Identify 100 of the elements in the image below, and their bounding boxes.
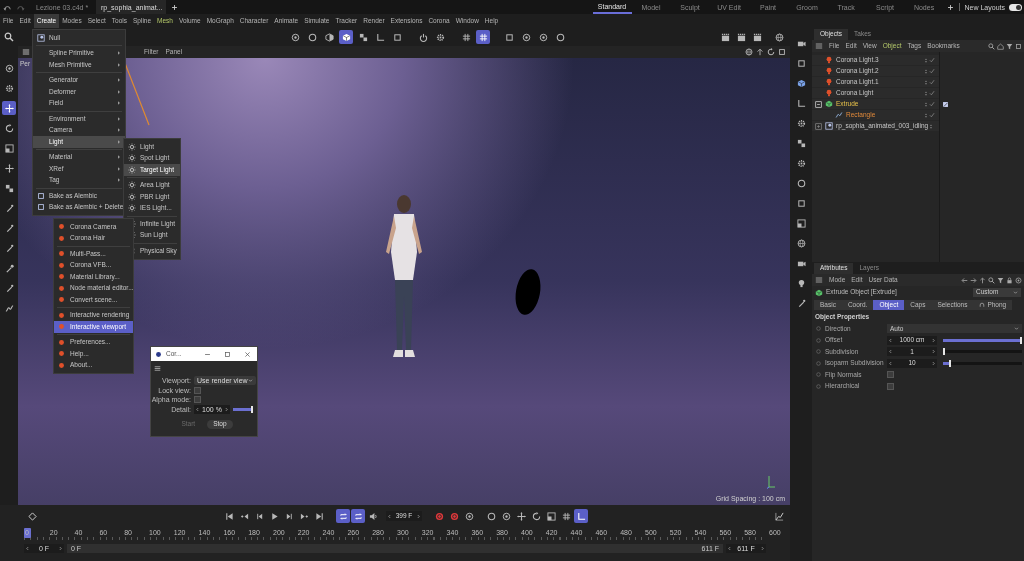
check-icon[interactable] <box>929 57 935 63</box>
tool-button[interactable] <box>794 216 808 230</box>
dot-icon <box>58 296 65 304</box>
layout-toggle[interactable] <box>1009 3 1022 11</box>
keyframe-button[interactable] <box>25 509 39 523</box>
tag-icon[interactable] <box>942 101 949 108</box>
move-icon <box>4 103 14 113</box>
circle-icon <box>486 511 496 521</box>
slider-track[interactable] <box>233 408 253 411</box>
tool-button[interactable] <box>574 509 588 523</box>
menu-icon[interactable] <box>22 48 30 56</box>
up-arrow-icon[interactable] <box>979 276 986 284</box>
chevron-left-icon <box>727 545 732 551</box>
tool-button[interactable] <box>336 509 350 523</box>
tool-button[interactable] <box>351 509 365 523</box>
spline-icon <box>835 111 843 119</box>
target-icon <box>290 32 300 42</box>
dot-icon <box>58 323 65 331</box>
globe-icon <box>774 32 784 42</box>
globe-icon[interactable] <box>745 48 753 56</box>
slider-track[interactable] <box>943 338 1022 342</box>
power-icon <box>418 32 428 42</box>
maximize-icon[interactable] <box>224 350 231 358</box>
spline-icon <box>4 303 14 313</box>
dot-icon <box>58 223 65 231</box>
check-icon[interactable] <box>929 112 935 118</box>
axis-icon <box>796 98 806 108</box>
square-icon <box>504 32 514 42</box>
pen-icon <box>4 243 14 253</box>
null-object-icon <box>36 33 45 42</box>
pen-icon <box>796 298 806 308</box>
graph-icon <box>774 511 784 521</box>
filter-icon[interactable] <box>1006 42 1013 50</box>
cube-icon <box>815 288 823 297</box>
checkbox[interactable] <box>194 387 201 394</box>
bulb-icon <box>825 78 833 86</box>
blocks-icon <box>796 138 806 148</box>
search-icon <box>4 32 14 42</box>
search-icon[interactable] <box>988 276 995 284</box>
menu-icon[interactable] <box>154 365 161 372</box>
target-icon <box>501 511 511 521</box>
check-icon[interactable] <box>929 79 935 85</box>
gear-icon <box>796 118 806 128</box>
target-icon[interactable] <box>1015 276 1022 284</box>
tool-button[interactable] <box>339 30 353 44</box>
clapper-icon <box>752 32 762 42</box>
check-icon[interactable] <box>929 90 935 96</box>
lock-icon[interactable] <box>1006 276 1013 284</box>
checkbox[interactable] <box>887 382 894 390</box>
check-icon[interactable] <box>929 101 935 107</box>
skip-end-icon <box>314 511 324 521</box>
dot-icon <box>58 234 65 242</box>
null-object-icon <box>825 122 833 130</box>
tool-button[interactable] <box>794 236 808 250</box>
loop-icon <box>338 511 348 521</box>
checkbox[interactable] <box>887 371 894 379</box>
dot-icon <box>58 311 65 319</box>
chevron-down-icon <box>247 378 253 383</box>
square-icon <box>392 32 402 42</box>
chevron-right-icon <box>416 513 421 519</box>
chevron-left-icon <box>25 545 30 551</box>
tool-button[interactable] <box>544 509 558 523</box>
tool-button[interactable] <box>514 509 528 523</box>
slider-thumb[interactable] <box>949 359 952 367</box>
filter-icon[interactable] <box>997 276 1004 284</box>
home-icon[interactable] <box>997 42 1004 50</box>
tool-button[interactable] <box>322 30 336 44</box>
close-icon[interactable] <box>244 350 251 358</box>
back-arrow-icon[interactable] <box>961 276 968 284</box>
brush-icon <box>4 263 14 273</box>
tool-button[interactable] <box>772 30 786 44</box>
search-icon[interactable] <box>988 42 995 50</box>
blocks-icon <box>358 32 368 42</box>
tool-button[interactable] <box>2 161 16 175</box>
dot-icon <box>155 350 162 358</box>
tool-button[interactable] <box>476 30 490 44</box>
collapse-icon[interactable] <box>815 100 822 108</box>
check-icon[interactable] <box>929 68 935 74</box>
gear-icon <box>796 158 806 168</box>
axis-icon <box>375 32 385 42</box>
tool-button[interactable] <box>2 141 16 155</box>
checkbox[interactable] <box>194 396 201 403</box>
speaker-icon <box>368 511 378 521</box>
axis-gizmo-icon <box>766 475 776 489</box>
expand-icon[interactable] <box>815 122 822 130</box>
rotate-icon[interactable] <box>767 48 775 56</box>
plus-icon[interactable] <box>171 3 178 11</box>
tool-button[interactable] <box>2 101 16 115</box>
rotate-icon <box>531 511 541 521</box>
pen-icon <box>4 283 14 293</box>
circle-icon <box>555 32 565 42</box>
up-arrow-icon[interactable] <box>756 48 764 56</box>
forward-arrow-icon[interactable] <box>970 276 977 284</box>
scale-icon <box>546 511 556 521</box>
dot-icon <box>58 338 65 346</box>
search-button[interactable] <box>2 30 16 44</box>
diamond-icon <box>27 511 37 521</box>
half-cube-icon <box>324 32 334 42</box>
plus-icon[interactable] <box>946 3 954 11</box>
grid-icon <box>461 32 471 42</box>
